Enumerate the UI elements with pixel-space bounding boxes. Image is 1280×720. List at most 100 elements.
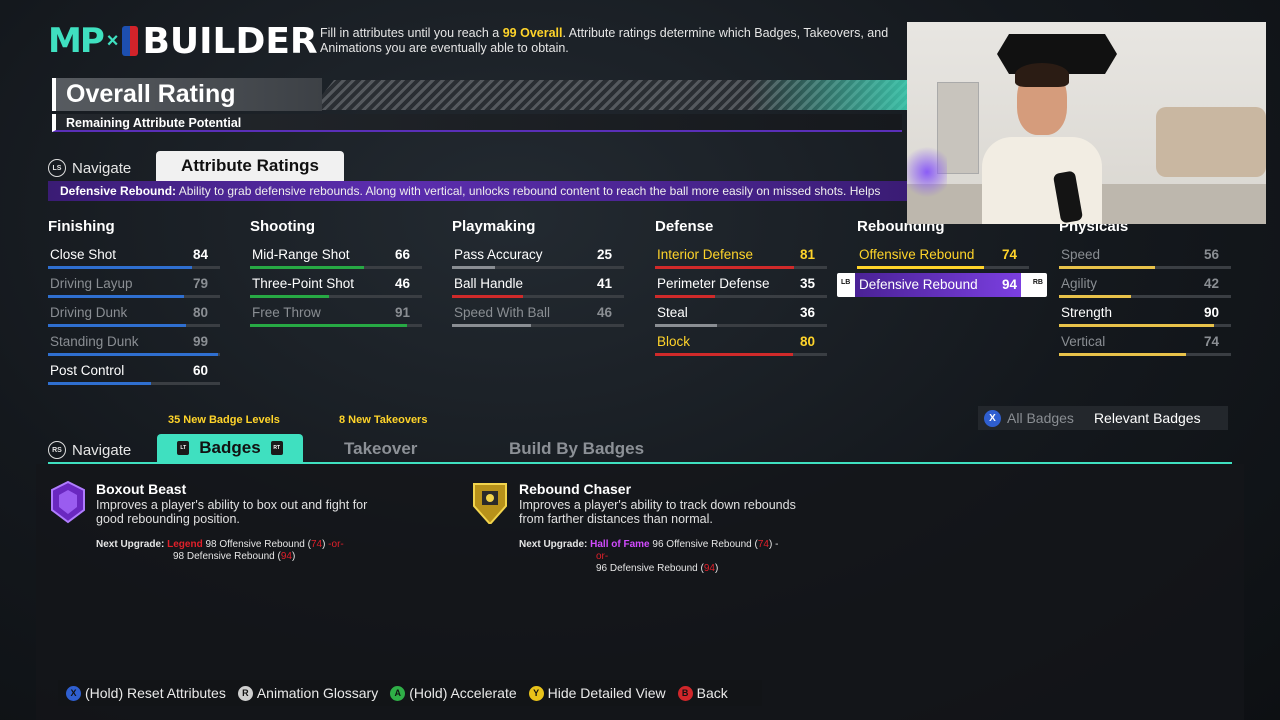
desc-pre: Fill in attributes until you reach a (320, 26, 503, 40)
attribute-row[interactable]: Steal 36 (655, 303, 827, 332)
attribute-row[interactable]: Speed With Ball 46 (452, 303, 624, 332)
attribute-row[interactable]: Ball Handle 41 (452, 274, 624, 303)
badge-filter-toggle[interactable]: X All Badges Relevant Badges (978, 406, 1228, 430)
attribute-bar-fill (250, 266, 364, 269)
rb-button-icon: RB (1032, 279, 1043, 286)
req1: 98 Offensive Rebound ( (205, 539, 311, 550)
category-title: Defense (655, 218, 714, 235)
attribute-bar-track (250, 295, 422, 298)
footer-hint[interactable]: R Animation Glossary (237, 685, 379, 701)
req2-value: 94 (280, 551, 292, 562)
navigate-hint-top: LS Navigate (48, 159, 131, 177)
attribute-value: 36 (799, 305, 815, 320)
attribute-value: 84 (192, 247, 208, 262)
attribute-row[interactable]: Close Shot 84 (48, 245, 220, 274)
req2: 96 Defensive Rebound ( (596, 563, 704, 574)
attribute-row[interactable]: Mid-Range Shot 66 (250, 245, 422, 274)
attribute-row[interactable]: Driving Layup 79 (48, 274, 220, 303)
attribute-bar-track (1059, 353, 1231, 356)
footer-hint-label: Animation Glossary (256, 685, 379, 701)
lb-button-icon: LB (841, 279, 851, 286)
tab-takeover[interactable]: Takeover (344, 439, 417, 459)
req2: 98 Defensive Rebound ( (173, 551, 281, 562)
attribute-value: 81 (799, 247, 815, 262)
controller-hints-footer: X (Hold) Reset Attributes R Animation Gloss… (58, 680, 762, 706)
attribute-bar-track (452, 266, 624, 269)
attribute-row[interactable]: Three-Point Shot 46 (250, 274, 422, 303)
purple-badge-icon (51, 480, 85, 524)
attribute-row[interactable]: Post Control 60 (48, 361, 220, 390)
attribute-row[interactable]: Vertical 74 (1059, 332, 1231, 361)
logo-builder: BUILDER (142, 20, 318, 62)
attribute-value: 56 (1203, 247, 1219, 262)
attribute-row[interactable]: Perimeter Defense 35 (655, 274, 827, 303)
info-text: Ability to grab defensive rebounds. Alon… (176, 184, 881, 198)
attribute-bar-track (655, 353, 827, 356)
attribute-row[interactable]: Driving Dunk 80 (48, 303, 220, 332)
attribute-bar-track (250, 266, 422, 269)
relevant-badges-option[interactable]: Relevant Badges (1094, 410, 1201, 426)
attribute-name: Three-Point Shot (252, 276, 355, 291)
attribute-name: Standing Dunk (50, 334, 139, 349)
navigate-hint-badges: RS Navigate (48, 441, 131, 459)
nba-logo-icon (122, 26, 139, 56)
attribute-bar-track (655, 324, 827, 327)
logo-x: × (106, 29, 119, 52)
badge-next-upgrade: Next Upgrade: Hall of Fame 96 Offensive … (519, 539, 839, 575)
attribute-bar-fill (48, 324, 186, 327)
attribute-row[interactable]: Free Throw 91 (250, 303, 422, 332)
attribute-name: Speed (1061, 247, 1101, 262)
footer-hint[interactable]: X (Hold) Reset Attributes (66, 685, 226, 701)
attribute-row[interactable]: Interior Defense 81 (655, 245, 827, 274)
attribute-bar-fill (1059, 353, 1187, 356)
attribute-value: 74 (1001, 247, 1017, 262)
attribute-value: 79 (192, 276, 208, 291)
footer-hint[interactable]: A (Hold) Accelerate (390, 685, 517, 701)
attribute-bar-track (48, 266, 220, 269)
attribute-name: Pass Accuracy (454, 247, 543, 262)
new-takeovers: 8 New Takeovers (339, 414, 428, 426)
attribute-name: Agility (1061, 276, 1098, 291)
attribute-name: Driving Dunk (50, 305, 128, 320)
req1-value: 74 (757, 539, 769, 550)
req1: 96 Offensive Rebound ( (652, 539, 758, 550)
category-title: Shooting (250, 218, 315, 235)
attribute-bar-fill (857, 266, 985, 269)
tab-attribute-ratings[interactable]: Attribute Ratings (156, 151, 344, 181)
attribute-value: 46 (394, 276, 410, 291)
or-text: or- (596, 551, 609, 562)
webcam-couch (1156, 107, 1266, 177)
attribute-bar-track (48, 324, 220, 327)
attribute-bar-fill (452, 324, 532, 327)
tab-badges[interactable]: LT Badges RT (157, 434, 303, 462)
attribute-row[interactable]: Agility 42 (1059, 274, 1231, 303)
attribute-bar-fill (250, 324, 407, 327)
footer-hint[interactable]: B Back (677, 685, 728, 701)
attribute-bar-fill (452, 266, 495, 269)
attribute-row[interactable]: Speed 56 (1059, 245, 1231, 274)
category-title: Playmaking (452, 218, 536, 235)
attribute-name: Ball Handle (454, 276, 524, 291)
attribute-name: Free Throw (252, 305, 321, 320)
attribute-row[interactable]: Standing Dunk 99 (48, 332, 220, 361)
footer-hint[interactable]: Y Hide Detailed View (528, 685, 666, 701)
next-tier: Legend (167, 539, 203, 550)
tab-build-by-badges[interactable]: Build By Badges (509, 439, 644, 459)
attribute-row[interactable]: Strength 90 (1059, 303, 1231, 332)
attribute-value: 35 (799, 276, 815, 291)
footer-hint-label: (Hold) Accelerate (409, 685, 517, 701)
attribute-row[interactable]: Block 80 (655, 332, 827, 361)
rs-button-icon: RS (48, 441, 66, 459)
attribute-row[interactable]: Pass Accuracy 25 (452, 245, 624, 274)
all-badges-option[interactable]: All Badges (1007, 410, 1074, 426)
badge-next-upgrade: Next Upgrade: Legend 98 Offensive Reboun… (96, 539, 396, 563)
attribute-bar-fill (655, 295, 716, 298)
next-tier: Hall of Fame (590, 539, 650, 550)
attribute-row[interactable]: LB RB Defensive Rebound 94 (837, 273, 1047, 297)
desc-highlight: 99 Overall (502, 26, 563, 40)
attribute-value: 41 (596, 276, 612, 291)
attribute-bar-fill (452, 295, 523, 298)
attribute-value: 80 (799, 334, 815, 349)
attribute-bar-fill (1059, 324, 1214, 327)
attribute-row[interactable]: Offensive Rebound 74 (857, 245, 1029, 274)
